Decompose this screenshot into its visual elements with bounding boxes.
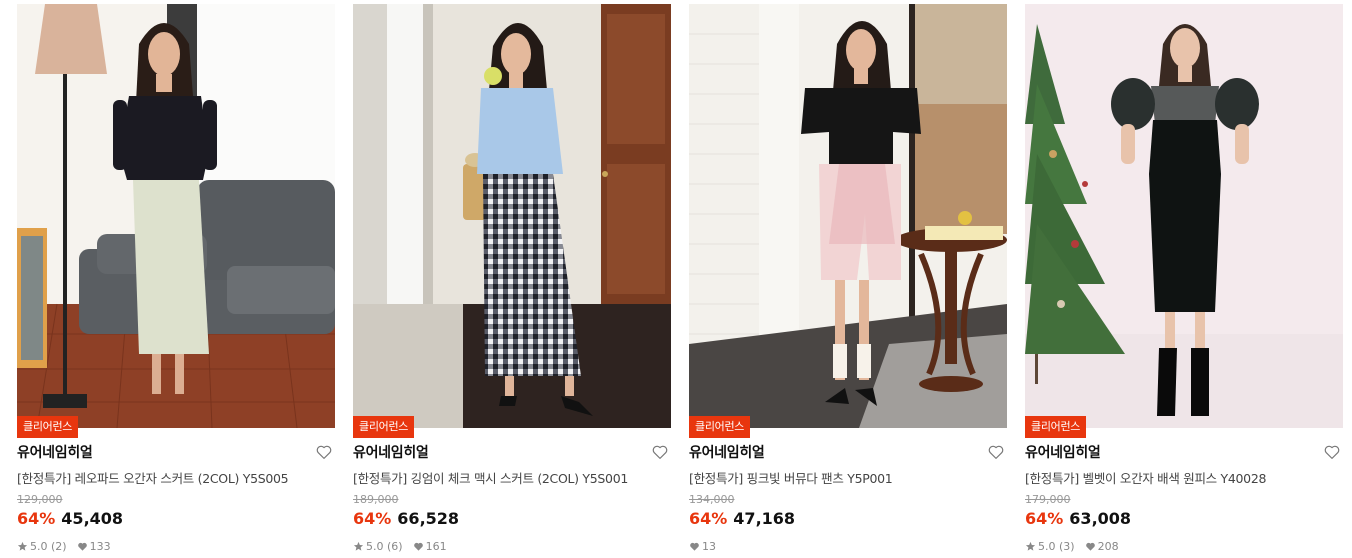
price-row: 64% 66,528: [353, 509, 459, 528]
brand-row: 유어네임히얼: [1025, 442, 1343, 462]
sale-price: 45,408: [61, 509, 124, 528]
discount-rate: 64%: [353, 509, 392, 528]
product-title[interactable]: [한정특가] 깅엄이 체크 맥시 스커트 (2COL) Y5S001: [353, 468, 671, 487]
price-row: 64% 63,008: [1025, 509, 1131, 528]
heart-filled-icon: [413, 542, 423, 551]
brand-row: 유어네임히얼: [353, 442, 671, 462]
product-meta: 13: [689, 540, 716, 553]
product-title[interactable]: [한정특가] 레오파드 오간자 스커트 (2COL) Y5S005: [17, 468, 335, 487]
star-icon: [1025, 541, 1036, 551]
heart-filled-icon: [1085, 542, 1095, 551]
heart-outline-icon[interactable]: [315, 443, 333, 461]
product-title[interactable]: [한정특가] 핑크빛 버뮤다 팬츠 Y5P001: [689, 468, 1007, 487]
product-grid: 클리어런스 유어네임히얼 [한정특가] 레오파드 오간자 스커트 (2COL) …: [0, 0, 1352, 558]
product-card[interactable]: 클리어런스 유어네임히얼 [한정특가] 레오파드 오간자 스커트 (2COL) …: [17, 4, 335, 558]
photo-velvet-dress: [1025, 4, 1343, 428]
product-image[interactable]: [1025, 4, 1343, 428]
like-count: 208: [1097, 540, 1119, 553]
rating-value: 5.0: [366, 540, 384, 553]
discount-rate: 64%: [17, 509, 56, 528]
like-count: 133: [89, 540, 111, 553]
clearance-badge: 클리어런스: [1025, 416, 1087, 438]
product-image[interactable]: [17, 4, 335, 428]
photo-gingham-skirt: [353, 4, 671, 428]
review-count: (2): [51, 540, 67, 553]
product-card[interactable]: 클리어런스 유어네임히얼 [한정특가] 깅엄이 체크 맥시 스커트 (2COL)…: [353, 4, 671, 558]
brand-name[interactable]: 유어네임히얼: [1025, 445, 1101, 461]
discount-rate: 64%: [689, 509, 728, 528]
brand-name[interactable]: 유어네임히얼: [689, 445, 765, 461]
photo-leopard-skirt: [17, 4, 335, 428]
discount-rate: 64%: [1025, 509, 1064, 528]
brand-name[interactable]: 유어네임히얼: [353, 445, 429, 461]
price-row: 64% 45,408: [17, 509, 123, 528]
clearance-badge: 클리어런스: [689, 416, 751, 438]
heart-filled-icon: [690, 542, 699, 551]
price-row: 64% 47,168: [689, 509, 795, 528]
product-card[interactable]: 클리어런스 유어네임히얼 [한정특가] 벨벳이 오간자 배색 원피스 Y4002…: [1025, 4, 1343, 558]
product-image[interactable]: [689, 4, 1007, 428]
review-count: (3): [1059, 540, 1075, 553]
like-count: 13: [702, 540, 716, 553]
photo-pink-shorts: [689, 4, 1007, 428]
product-meta: 5.0 (2) 133: [17, 540, 111, 553]
product-meta: 5.0 (3) 208: [1025, 540, 1119, 553]
brand-row: 유어네임히얼: [17, 442, 335, 462]
brand-row: 유어네임히얼: [689, 442, 1007, 462]
original-price: 179,000: [1025, 493, 1071, 506]
product-card[interactable]: 클리어런스 유어네임히얼 [한정특가] 핑크빛 버뮤다 팬츠 Y5P001 13…: [689, 4, 1007, 558]
sale-price: 47,168: [733, 509, 796, 528]
star-icon: [17, 541, 28, 551]
brand-name[interactable]: 유어네임히얼: [17, 445, 93, 461]
heart-outline-icon[interactable]: [987, 443, 1005, 461]
clearance-badge: 클리어런스: [353, 416, 415, 438]
rating-value: 5.0: [30, 540, 48, 553]
original-price: 189,000: [353, 493, 399, 506]
original-price: 129,000: [17, 493, 63, 506]
heart-filled-icon: [77, 542, 87, 551]
sale-price: 63,008: [1069, 509, 1132, 528]
like-count: 161: [425, 540, 447, 553]
product-meta: 5.0 (6) 161: [353, 540, 447, 553]
rating-value: 5.0: [1038, 540, 1056, 553]
review-count: (6): [387, 540, 403, 553]
sale-price: 66,528: [397, 509, 460, 528]
heart-outline-icon[interactable]: [1323, 443, 1341, 461]
product-image[interactable]: [353, 4, 671, 428]
clearance-badge: 클리어런스: [17, 416, 79, 438]
product-title[interactable]: [한정특가] 벨벳이 오간자 배색 원피스 Y40028: [1025, 468, 1343, 487]
original-price: 134,000: [689, 493, 735, 506]
star-icon: [353, 541, 364, 551]
heart-outline-icon[interactable]: [651, 443, 669, 461]
